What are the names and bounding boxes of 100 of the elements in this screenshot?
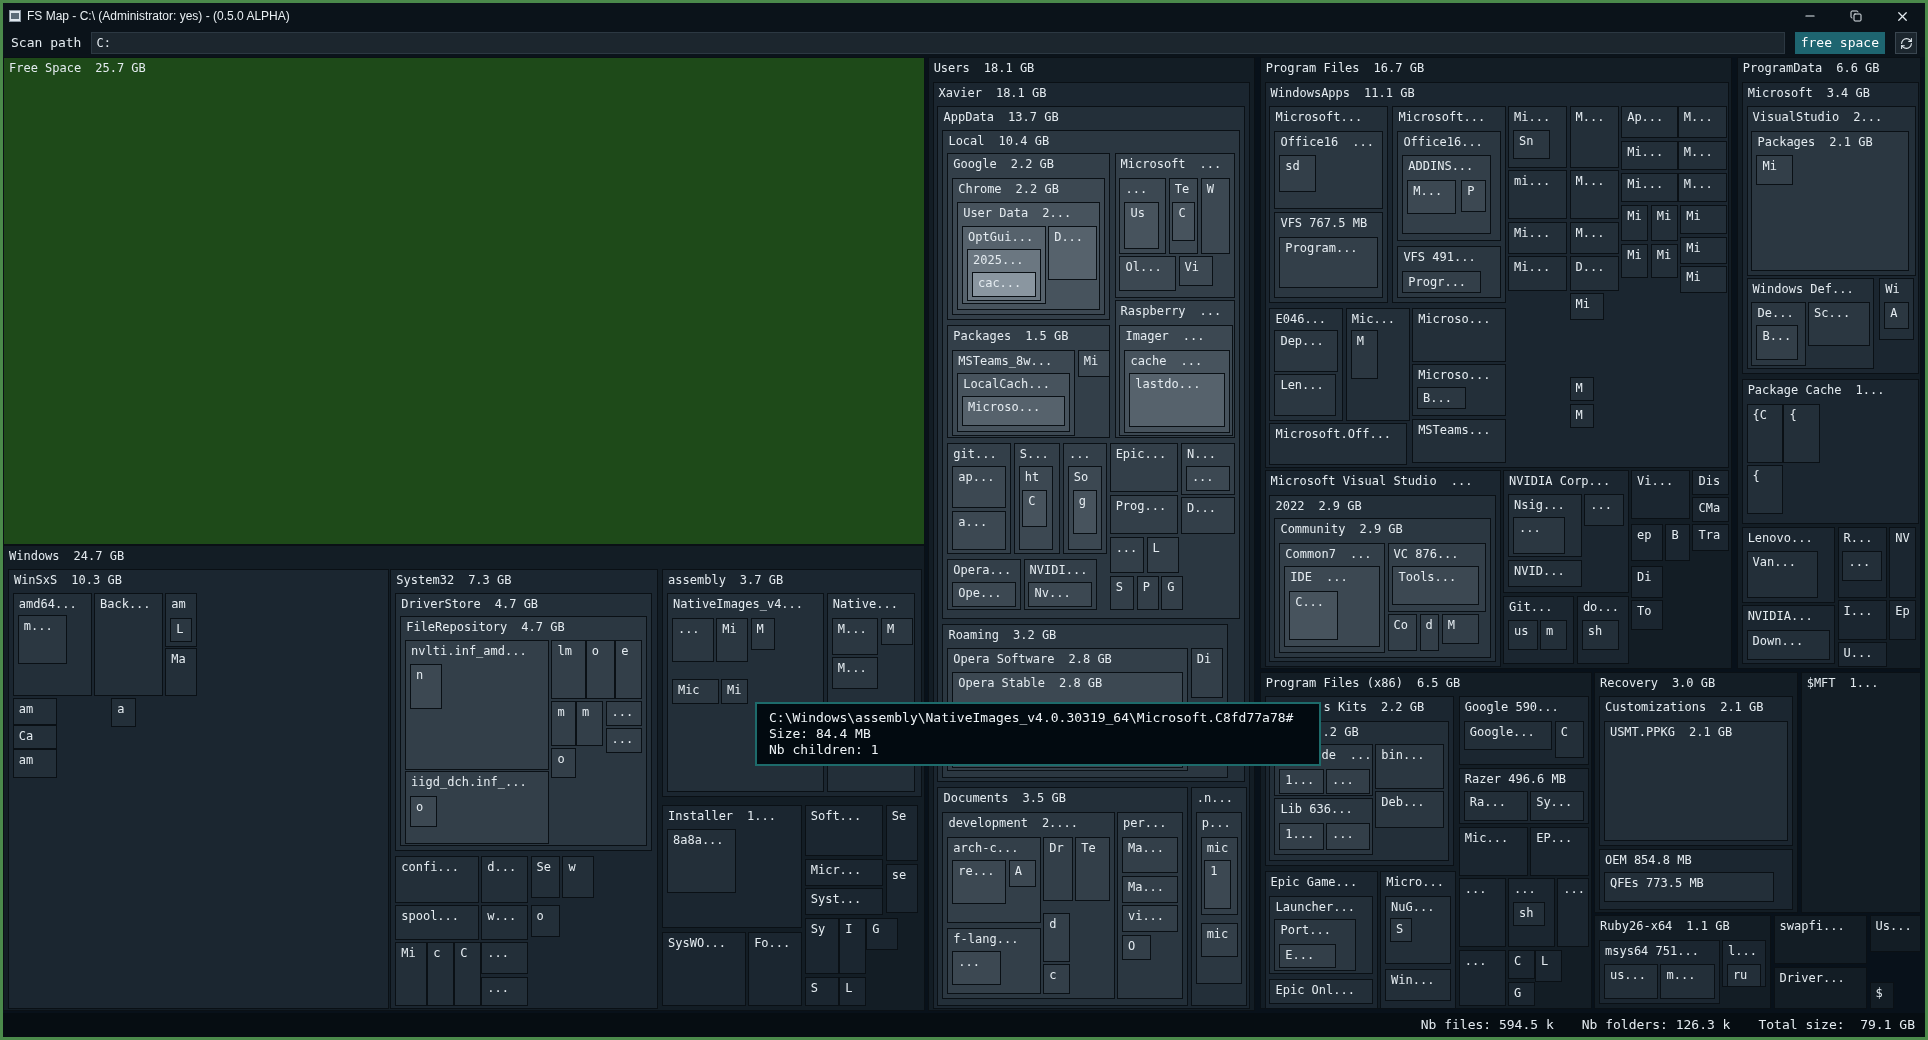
folder-name: Mi [727,682,742,700]
folder-name: S... [1019,446,1049,464]
folder-name: D... [1575,259,1605,277]
folder-name: re... [958,862,995,880]
folder-name: Mic [677,682,700,700]
folder-name: IDE [1290,569,1312,587]
folder-name: S [1396,920,1404,938]
folder-name: ... [1464,952,1487,970]
folder-name: CMa [1698,500,1721,518]
folder-name: .n... [1196,790,1233,808]
folder-name: am [18,752,34,770]
folder-name: Van... [1752,554,1796,572]
folder-name: se [891,866,907,884]
folder-size: 2.1 GB [1720,699,1764,717]
folder-size: 24.7 GB [73,548,125,566]
folder-size: 10.3 GB [71,571,122,589]
folder-name: Microsoft... [1275,109,1363,127]
folder-name: Packages [1757,133,1816,151]
folder-name: WindowsApps [1270,84,1351,102]
folder-name: Mi... [1514,109,1551,127]
folder-name: ... [1068,446,1091,464]
folder-name: e [621,642,629,660]
folder-size: 2.2 GB [1380,699,1425,717]
folder-name: ... [1125,180,1148,198]
folder-name: VC 876... [1393,545,1459,563]
folder-size: ... [1199,303,1222,321]
folder-name: Ma... [1127,839,1165,857]
folder-name: To [1637,603,1652,621]
folder-name: .2 GB [1322,723,1359,741]
folder-name: Mic... [1351,310,1396,328]
folder-name: NVIDIA... [1747,608,1813,626]
folder-name: DriverStore [401,596,481,614]
folder-name: ... [1332,826,1354,844]
folder-name: G [872,920,880,938]
folder-name: ... [1590,496,1612,514]
folder-name: Windows [9,548,60,566]
folder-name: Opera Software [953,651,1055,669]
folder-name: Ma... [1127,878,1165,896]
folder-name: Sc... [1814,304,1851,322]
folder-name: U... [1843,645,1873,663]
folder-name: Local [948,132,985,150]
folder-name: Launcher... [1275,898,1355,916]
folder-name: Microsoft [1747,84,1813,102]
folder-size: ... [1325,569,1348,587]
folder-name: Windows Def... [1752,281,1854,299]
folder-name: M [1447,617,1455,635]
folder-name: d [1425,617,1433,635]
folder-name: Progr... [1408,273,1467,291]
folder-name: Mi [1627,207,1642,225]
folder-name: W [1206,180,1214,198]
folder-name: M [1356,333,1364,350]
folder-size: 2.... [1041,815,1078,832]
folder-name: Ra... [1469,794,1506,812]
folder-name: Google... [1469,723,1535,741]
folder-name: Community [1280,521,1346,539]
folder-name: o [557,751,565,769]
folder-name: Dis [1698,473,1721,491]
folder-name: Installer [668,807,734,825]
folder-size: 3.2 GB [1013,626,1057,644]
folder-name: cac... [977,275,1022,293]
folder-name: NVIDI... [1029,561,1088,579]
folder-name: Ruby26-x64 [1600,918,1673,936]
folder-name: ru [1732,967,1748,985]
folder-size: 2.8 GB [1068,651,1112,669]
folder-name: Se [536,859,551,877]
folder-name: De... [1757,304,1794,322]
folder-name: NVID... [1514,562,1565,580]
folder-name: Packages [953,328,1012,346]
folder-name: ... [1514,881,1536,899]
folder-name: iigd_dch.inf_... [411,774,527,792]
folder-name: am [171,596,186,614]
folder-name: Us... [1875,918,1912,936]
folder-name: swapfi... [1779,918,1845,936]
folder-name: spool... [401,908,460,926]
folder-name: Epic... [1115,446,1167,464]
folder-name: Customizations [1605,699,1707,717]
folder-name: M [756,620,764,638]
folder-name: Ma [171,651,186,669]
folder-name: C... [1295,593,1325,611]
folder-name: M... [837,620,867,638]
folder-name: A [1890,304,1898,322]
folder-name: ... [1115,539,1138,557]
folder-size: 2.8 GB [1058,674,1103,692]
folder-size: 1.1 GB [1686,918,1730,936]
folder-name: System32 [396,571,455,589]
folder-name: sh [1518,904,1534,922]
scan-path-label: Scan path [11,34,82,53]
folder-name: R... [1843,529,1873,547]
folder-name: N... [1186,446,1216,464]
folder-name: Mi [1656,246,1672,264]
folder-name: Microsoft Visual Studio [1270,473,1437,491]
folder-name: VisualStudio [1752,109,1840,127]
folder-name: Co [1393,617,1408,635]
folder-size: 2.1 GB [1829,133,1873,151]
folder-name: Sy [810,920,826,938]
folder-name: Dep... [1280,333,1324,350]
folder-name: L [845,979,853,997]
folder-name: Mi [401,945,416,963]
folder-name: Di [1196,651,1212,669]
folder-size: ... [1182,328,1205,346]
